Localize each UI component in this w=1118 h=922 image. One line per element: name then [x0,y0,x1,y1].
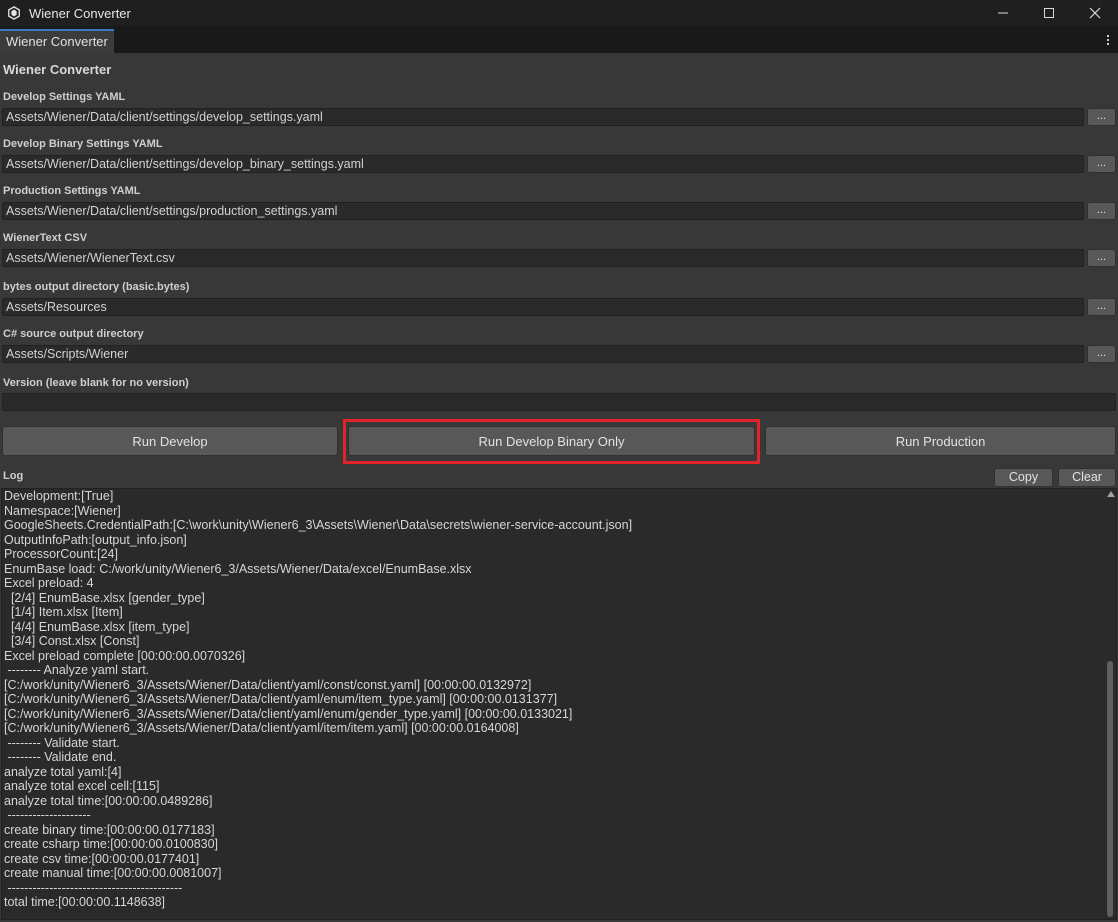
csharp-output-dir-browse-button[interactable]: ... [1087,345,1116,363]
log-line: create csv time:[00:00:00.0177401] [4,851,200,866]
log-line: analyze total excel cell:[115] [4,779,160,793]
log-line: ----------------------------------------… [4,880,183,895]
version-label: Version (leave blank for no version) [3,377,189,389]
develop-settings-label: Develop Settings YAML [3,91,126,103]
wienertext-csv-input[interactable]: Assets/Wiener/WienerText.csv [2,249,1084,267]
version-input[interactable] [2,393,1116,411]
log-line: OutputInfoPath:[output_info.json] [4,532,187,547]
log-line: [3/4] Const.xlsx [Const] [4,634,140,648]
log-output[interactable]: Development:[True] Namespace:[Wiener] Goog… [1,488,1117,920]
log-lines: Development:[True] Namespace:[Wiener] Goog… [4,489,1104,910]
develop-binary-settings-label: Develop Binary Settings YAML [3,138,163,150]
tab-wiener-converter[interactable]: Wiener Converter [0,29,114,53]
develop-binary-settings-browse-button[interactable]: ... [1087,155,1116,173]
log-line: total time:[00:00:00.1148638] [4,895,165,909]
wienertext-csv-label: WienerText CSV [3,232,88,244]
log-line: -------- Validate end. [4,750,117,764]
log-line: [C:/work/unity/Wiener6_3/Assets/Wiener/D… [4,706,573,721]
log-line: -------- Validate start. [4,735,120,750]
maximize-button[interactable] [1026,0,1072,26]
panel-title: Wiener Converter [3,62,112,77]
log-line: [2/4] EnumBase.xlsx [gender_type] [4,590,205,605]
scroll-thumb[interactable] [1107,661,1113,917]
log-label: Log [3,470,24,482]
log-scrollbar[interactable] [1104,489,1116,919]
develop-settings-browse-button[interactable]: ... [1087,108,1116,126]
run-production-button[interactable]: Run Production [765,426,1116,456]
wienertext-csv-browse-button[interactable]: ... [1087,249,1116,267]
log-line: Excel preload complete [00:00:00.0070326… [4,648,246,663]
bytes-output-dir-label: bytes output directory (basic.bytes) [3,281,190,293]
log-line: Namespace:[Wiener] [4,503,121,518]
window-title: Wiener Converter [29,5,131,21]
close-button[interactable] [1072,0,1118,26]
production-settings-input[interactable]: Assets/Wiener/Data/client/settings/produ… [2,202,1084,220]
scroll-up-arrow-icon[interactable] [1107,491,1115,497]
develop-settings-input[interactable]: Assets/Wiener/Data/client/settings/devel… [2,108,1084,126]
log-line: create csharp time:[00:00:00.0100830] [4,837,219,851]
copy-log-button[interactable]: Copy [994,468,1053,487]
unity-app-icon [8,6,20,20]
production-settings-browse-button[interactable]: ... [1087,202,1116,220]
log-line: ProcessorCount:[24] [4,547,118,561]
csharp-output-dir-label: C# source output directory [3,328,144,340]
tab-bar: Wiener Converter [0,26,1118,53]
maximize-icon [1044,8,1054,18]
csharp-output-dir-input[interactable]: Assets/Scripts/Wiener [2,345,1084,363]
log-line: EnumBase load: C:/work/unity/Wiener6_3/A… [4,561,472,576]
clear-log-button[interactable]: Clear [1058,468,1116,487]
minimize-button[interactable] [980,0,1026,26]
highlight-annotation [343,419,760,464]
log-line: analyze total time:[00:00:00.0489286] [4,793,213,808]
run-develop-button[interactable]: Run Develop [2,426,338,456]
log-line: Development:[True] [4,489,114,503]
log-line: -------- Analyze yaml start. [4,663,150,677]
close-icon [1089,7,1101,19]
log-line: [4/4] EnumBase.xlsx [item_type] [4,619,190,634]
bytes-output-dir-browse-button[interactable]: ... [1087,298,1116,316]
log-line: -------------------- [4,808,91,822]
production-settings-label: Production Settings YAML [3,185,141,197]
log-line: analyze total yaml:[4] [4,764,122,779]
kebab-menu-icon[interactable] [1104,32,1112,48]
log-line: [C:/work/unity/Wiener6_3/Assets/Wiener/D… [4,721,519,735]
minimize-icon [998,12,1008,14]
log-line: [1/4] Item.xlsx [Item] [4,605,123,619]
log-line: Excel preload: 4 [4,576,94,590]
log-line: GoogleSheets.CredentialPath:[C:\work\uni… [4,518,633,532]
title-bar: Wiener Converter [0,0,1118,26]
log-line: create binary time:[00:00:00.0177183] [4,822,215,837]
develop-binary-settings-input[interactable]: Assets/Wiener/Data/client/settings/devel… [2,155,1084,173]
log-line: create manual time:[00:00:00.0081007] [4,866,222,880]
bytes-output-dir-input[interactable]: Assets/Resources [2,298,1084,316]
log-line: [C:/work/unity/Wiener6_3/Assets/Wiener/D… [4,692,558,706]
log-line: [C:/work/unity/Wiener6_3/Assets/Wiener/D… [4,677,532,692]
